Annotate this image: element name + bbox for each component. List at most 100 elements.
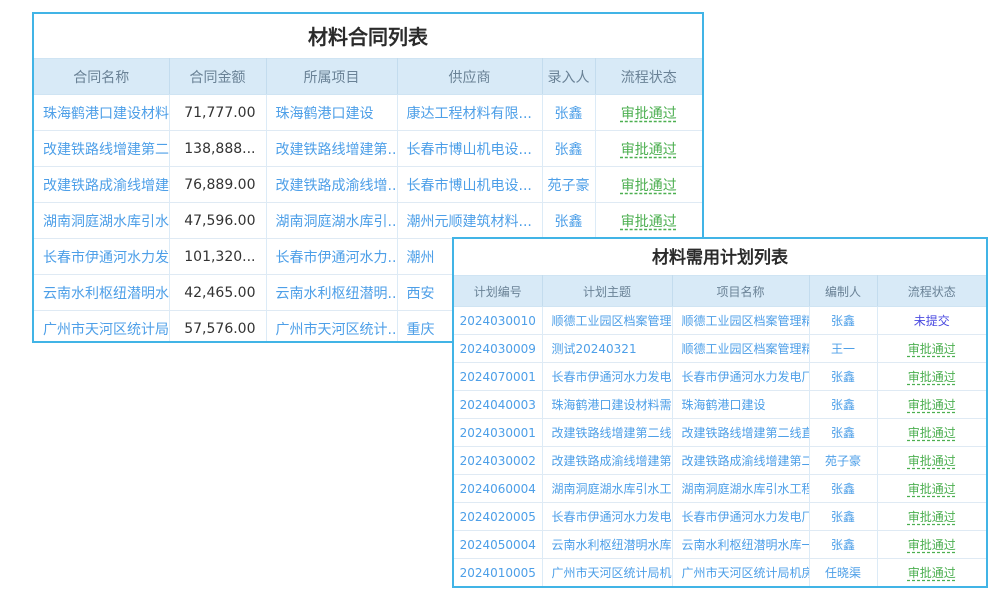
table-row[interactable]: 2024070001 长春市伊通河水力发电... 长春市伊通河水力发电厂... … (454, 363, 986, 391)
cell-plan-no[interactable]: 2024040003 (454, 391, 542, 419)
table-row[interactable]: 2024050004 云南水利枢纽潜明水库... 云南水利枢纽潜明水库一... … (454, 531, 986, 559)
cell-plan-no[interactable]: 2024070001 (454, 363, 542, 391)
column-header-contract-supplier: 供应商 (397, 59, 542, 95)
cell-plan-author[interactable]: 张鑫 (809, 475, 877, 503)
status-badge[interactable]: 未提交 (877, 307, 986, 335)
cell-contract-name[interactable]: 云南水利枢纽潜明水... (34, 275, 169, 311)
status-badge[interactable]: 审批通过 (877, 475, 986, 503)
status-badge[interactable]: 审批通过 (877, 531, 986, 559)
cell-plan-subject[interactable]: 改建铁路成渝线增建第... (542, 447, 672, 475)
cell-contract-recorder[interactable]: 张鑫 (542, 203, 595, 239)
cell-plan-no[interactable]: 2024010005 (454, 559, 542, 587)
cell-contract-name[interactable]: 改建铁路线增建第二... (34, 131, 169, 167)
cell-contract-supplier[interactable]: 康达工程材料有限... (397, 95, 542, 131)
status-badge[interactable]: 审批通过 (595, 203, 702, 239)
cell-plan-no[interactable]: 2024060004 (454, 475, 542, 503)
cell-contract-recorder[interactable]: 张鑫 (542, 95, 595, 131)
cell-plan-author[interactable]: 王一 (809, 335, 877, 363)
cell-plan-subject[interactable]: 珠海鹤港口建设材料需... (542, 391, 672, 419)
cell-plan-no[interactable]: 2024030009 (454, 335, 542, 363)
cell-plan-project[interactable]: 珠海鹤港口建设 (672, 391, 809, 419)
cell-plan-author[interactable]: 张鑫 (809, 307, 877, 335)
cell-plan-no[interactable]: 2024030001 (454, 419, 542, 447)
cell-plan-project[interactable]: 云南水利枢纽潜明水库一... (672, 531, 809, 559)
cell-plan-author[interactable]: 苑子豪 (809, 447, 877, 475)
status-badge[interactable]: 审批通过 (877, 419, 986, 447)
cell-contract-supplier[interactable]: 长春市博山机电设... (397, 167, 542, 203)
cell-contract-project[interactable]: 长春市伊通河水力... (266, 239, 397, 275)
cell-plan-no[interactable]: 2024050004 (454, 531, 542, 559)
cell-contract-supplier[interactable]: 长春市博山机电设... (397, 131, 542, 167)
cell-plan-author[interactable]: 张鑫 (809, 531, 877, 559)
cell-contract-name[interactable]: 湖南洞庭湖水库引水... (34, 203, 169, 239)
cell-plan-project[interactable]: 顺德工业园区档案管理精... (672, 307, 809, 335)
cell-plan-project[interactable]: 长春市伊通河水力发电厂... (672, 503, 809, 531)
cell-contract-amount: 71,777.00 (169, 95, 266, 131)
column-header-plan-author: 编制人 (809, 276, 877, 307)
plan-table: 计划编号 计划主题 项目名称 编制人 流程状态 2024030010 顺德工业园… (454, 275, 986, 587)
status-badge[interactable]: 审批通过 (877, 335, 986, 363)
plan-header-row: 计划编号 计划主题 项目名称 编制人 流程状态 (454, 276, 986, 307)
cell-plan-project[interactable]: 改建铁路线增建第二线直... (672, 419, 809, 447)
status-badge[interactable]: 审批通过 (877, 559, 986, 587)
cell-plan-subject[interactable]: 长春市伊通河水力发电... (542, 363, 672, 391)
cell-plan-project[interactable]: 湖南洞庭湖水库引水工程... (672, 475, 809, 503)
table-row[interactable]: 湖南洞庭湖水库引水... 47,596.00 湖南洞庭湖水库引... 潮州元顺建… (34, 203, 702, 239)
cell-plan-author[interactable]: 张鑫 (809, 363, 877, 391)
table-row[interactable]: 2024040003 珠海鹤港口建设材料需... 珠海鹤港口建设 张鑫 审批通过 (454, 391, 986, 419)
cell-contract-project[interactable]: 珠海鹤港口建设 (266, 95, 397, 131)
table-row[interactable]: 2024030010 顺德工业园区档案管理... 顺德工业园区档案管理精... … (454, 307, 986, 335)
status-badge[interactable]: 审批通过 (877, 503, 986, 531)
cell-plan-no[interactable]: 2024030010 (454, 307, 542, 335)
cell-plan-subject[interactable]: 测试20240321 (542, 335, 672, 363)
cell-contract-supplier[interactable]: 潮州元顺建筑材料... (397, 203, 542, 239)
cell-plan-subject[interactable]: 长春市伊通河水力发电... (542, 503, 672, 531)
status-badge[interactable]: 审批通过 (877, 363, 986, 391)
table-row[interactable]: 改建铁路成渝线增建... 76,889.00 改建铁路成渝线增... 长春市博山… (34, 167, 702, 203)
cell-plan-author[interactable]: 张鑫 (809, 391, 877, 419)
table-row[interactable]: 2024060004 湖南洞庭湖水库引水工... 湖南洞庭湖水库引水工程... … (454, 475, 986, 503)
cell-plan-author[interactable]: 任晓渠 (809, 559, 877, 587)
contract-list-title: 材料合同列表 (34, 14, 702, 58)
cell-plan-no[interactable]: 2024020005 (454, 503, 542, 531)
cell-plan-author[interactable]: 张鑫 (809, 503, 877, 531)
cell-plan-project[interactable]: 顺德工业园区档案管理精... (672, 335, 809, 363)
cell-contract-recorder[interactable]: 张鑫 (542, 131, 595, 167)
cell-contract-project[interactable]: 改建铁路成渝线增... (266, 167, 397, 203)
cell-contract-name[interactable]: 珠海鹤港口建设材料... (34, 95, 169, 131)
cell-plan-subject[interactable]: 改建铁路线增建第二线... (542, 419, 672, 447)
column-header-plan-subject: 计划主题 (542, 276, 672, 307)
status-badge[interactable]: 审批通过 (595, 95, 702, 131)
table-row[interactable]: 2024020005 长春市伊通河水力发电... 长春市伊通河水力发电厂... … (454, 503, 986, 531)
cell-plan-project[interactable]: 长春市伊通河水力发电厂... (672, 363, 809, 391)
cell-plan-author[interactable]: 张鑫 (809, 419, 877, 447)
table-row[interactable]: 2024030001 改建铁路线增建第二线... 改建铁路线增建第二线直... … (454, 419, 986, 447)
cell-contract-recorder[interactable]: 苑子豪 (542, 167, 595, 203)
table-row[interactable]: 2024010005 广州市天河区统计局机... 广州市天河区统计局机房... … (454, 559, 986, 587)
status-badge[interactable]: 审批通过 (595, 167, 702, 203)
cell-contract-name[interactable]: 广州市天河区统计局... (34, 311, 169, 344)
cell-plan-subject[interactable]: 顺德工业园区档案管理... (542, 307, 672, 335)
cell-contract-name[interactable]: 长春市伊通河水力发... (34, 239, 169, 275)
table-row[interactable]: 珠海鹤港口建设材料... 71,777.00 珠海鹤港口建设 康达工程材料有限.… (34, 95, 702, 131)
table-row[interactable]: 改建铁路线增建第二... 138,888... 改建铁路线增建第... 长春市博… (34, 131, 702, 167)
cell-contract-project[interactable]: 改建铁路线增建第... (266, 131, 397, 167)
cell-contract-project[interactable]: 云南水利枢纽潜明... (266, 275, 397, 311)
status-badge[interactable]: 审批通过 (877, 391, 986, 419)
status-badge[interactable]: 审批通过 (595, 131, 702, 167)
status-badge[interactable]: 审批通过 (877, 447, 986, 475)
table-row[interactable]: 2024030009 测试20240321 顺德工业园区档案管理精... 王一 … (454, 335, 986, 363)
column-header-contract-amount: 合同金额 (169, 59, 266, 95)
cell-plan-no[interactable]: 2024030002 (454, 447, 542, 475)
cell-contract-project[interactable]: 广州市天河区统计... (266, 311, 397, 344)
table-row[interactable]: 2024030002 改建铁路成渝线增建第... 改建铁路成渝线增建第二... … (454, 447, 986, 475)
cell-plan-subject[interactable]: 广州市天河区统计局机... (542, 559, 672, 587)
cell-plan-subject[interactable]: 云南水利枢纽潜明水库... (542, 531, 672, 559)
cell-contract-name[interactable]: 改建铁路成渝线增建... (34, 167, 169, 203)
column-header-plan-project: 项目名称 (672, 276, 809, 307)
cell-plan-project[interactable]: 改建铁路成渝线增建第二... (672, 447, 809, 475)
contract-header-row: 合同名称 合同金额 所属项目 供应商 录入人 流程状态 (34, 59, 702, 95)
cell-plan-project[interactable]: 广州市天河区统计局机房... (672, 559, 809, 587)
cell-contract-project[interactable]: 湖南洞庭湖水库引... (266, 203, 397, 239)
cell-plan-subject[interactable]: 湖南洞庭湖水库引水工... (542, 475, 672, 503)
